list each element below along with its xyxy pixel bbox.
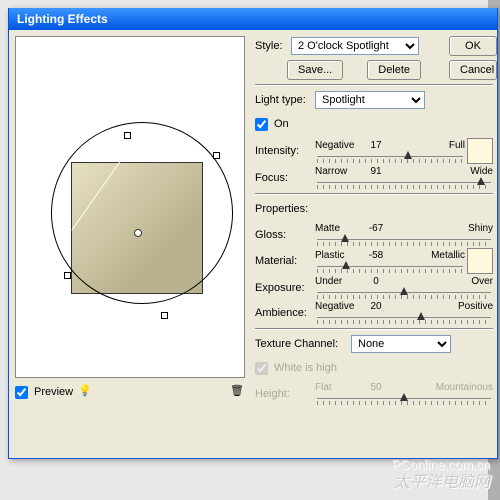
style-label: Style: — [255, 40, 287, 52]
texture-channel-label: Texture Channel: — [255, 338, 347, 350]
white-is-high-checkbox — [255, 362, 268, 375]
ok-button[interactable]: OK — [449, 36, 497, 56]
white-is-high-label: White is high — [274, 362, 337, 374]
intensity-slider[interactable] — [317, 151, 463, 163]
lightbulb-icon[interactable]: 💡 — [77, 384, 93, 400]
light-ellipse[interactable] — [18, 89, 267, 338]
gloss-label: Gloss: — [255, 229, 313, 241]
cancel-button[interactable]: Cancel — [449, 60, 497, 80]
material-slider[interactable] — [317, 261, 463, 273]
ellipse-handle[interactable] — [64, 272, 71, 279]
light-center-handle[interactable] — [134, 229, 142, 237]
on-label: On — [274, 118, 289, 130]
intensity-color-swatch[interactable] — [467, 138, 493, 164]
exposure-slider[interactable] — [317, 287, 491, 299]
title-bar[interactable]: Lighting Effects — [9, 8, 497, 30]
delete-button[interactable]: Delete — [367, 60, 421, 80]
watermark-cn: 太平洋电脑网 — [394, 468, 490, 492]
preview-checkbox[interactable] — [15, 386, 28, 399]
ellipse-handle[interactable] — [124, 132, 131, 139]
style-select[interactable]: 2 O'clock Spotlight — [291, 37, 419, 55]
material-color-swatch[interactable] — [467, 248, 493, 274]
ambience-slider[interactable] — [317, 312, 491, 324]
light-type-label: Light type: — [255, 94, 311, 106]
save-button[interactable]: Save... — [287, 60, 343, 80]
on-checkbox[interactable] — [255, 118, 268, 131]
preview-label: Preview — [34, 386, 73, 398]
focus-slider[interactable] — [317, 177, 491, 189]
trash-icon[interactable]: 🗑 — [229, 384, 245, 400]
material-label: Material: — [255, 255, 313, 267]
properties-label: Properties: — [255, 203, 308, 215]
preview-canvas[interactable] — [15, 36, 245, 378]
texture-channel-select[interactable]: None — [351, 335, 451, 353]
focus-label: Focus: — [255, 172, 313, 184]
light-type-select[interactable]: Spotlight — [315, 91, 425, 109]
height-slider — [317, 393, 491, 405]
height-label: Height: — [255, 388, 313, 400]
intensity-label: Intensity: — [255, 145, 313, 157]
ambience-label: Ambience: — [255, 307, 313, 319]
lighting-effects-dialog: Lighting Effects Preview 💡 🗑 — [8, 8, 498, 459]
gloss-slider[interactable] — [317, 234, 491, 246]
ellipse-handle[interactable] — [213, 152, 220, 159]
exposure-label: Exposure: — [255, 282, 313, 294]
ellipse-handle[interactable] — [161, 312, 168, 319]
